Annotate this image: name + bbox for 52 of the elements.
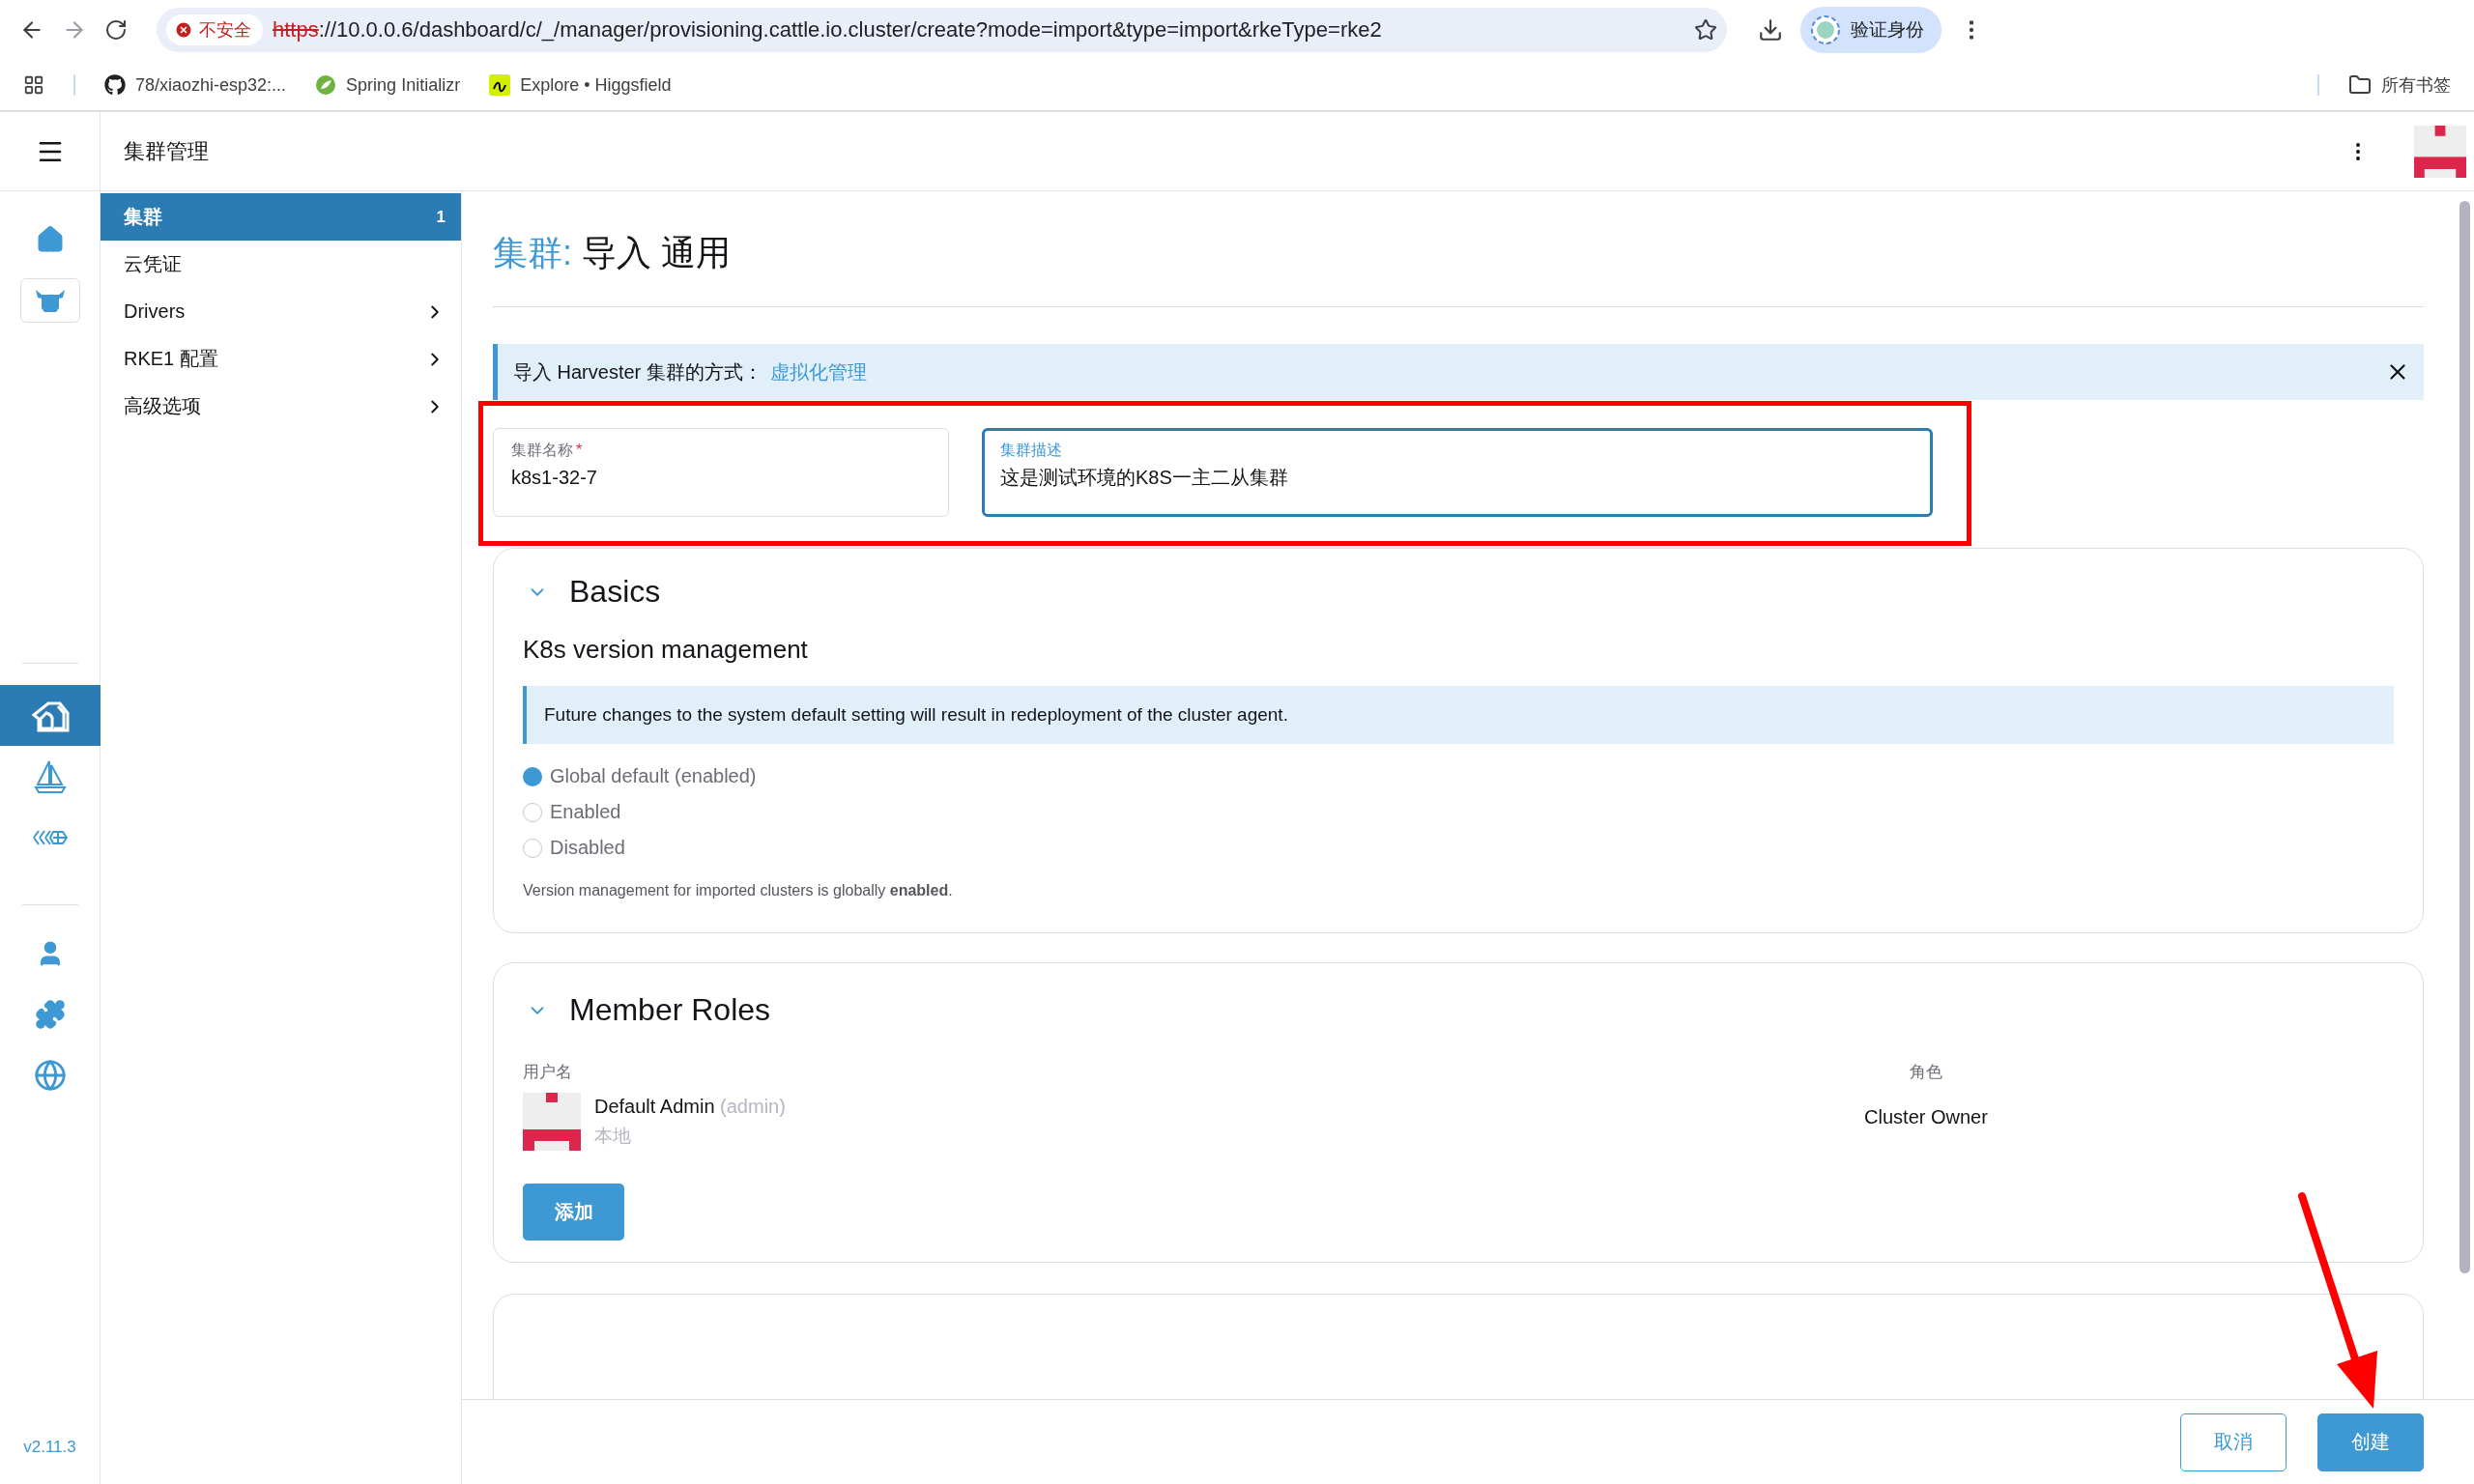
text-input[interactable]: k8s1-32-7 [511,467,931,489]
profile-button[interactable]: 验证身份 [1800,7,1942,53]
address-bar[interactable]: 不安全 https://10.0.0.6/dashboard/c/_/manager/provisioning.cattle.io.cluster/create?mode=import&type=import&rkeType=rke2 [157,8,1727,52]
url-text: https://10.0.0.6/dashboard/c/_/manager/provisioning.cattle.io.cluster/create?mode=import&type=import&rkeType=rke2 [273,17,1383,43]
banner-text: 导入 Harvester 集群的方式： [513,360,762,383]
globe-icon [33,1058,67,1092]
radio-option[interactable]: Disabled [523,837,2394,859]
page-title: 集群: 导入 通用 [493,191,2424,307]
avatar-icon [1810,14,1841,45]
version-label: v2.11.3 [23,1438,76,1457]
bookmark-item[interactable]: Spring Initializr [315,74,461,96]
column-header: 角色 [1910,1062,1942,1083]
nav-item[interactable]: 云凭证 [101,241,461,288]
error-icon [174,20,193,40]
nav-item[interactable]: Drivers [101,288,461,335]
download-icon[interactable] [1758,17,1783,43]
bookmark-item[interactable]: 78/xiaozhi-esp32:... [104,74,287,96]
note-text: Version management for imported clusters is globally enabled. [523,882,954,899]
member-name: Default Admin (admin) [594,1095,786,1118]
user-avatar-icon[interactable] [2414,125,2466,178]
github-icon [104,74,126,96]
member-role: Cluster Owner [1864,1105,1988,1128]
sailboat-icon [32,758,68,794]
leaf-icon [315,74,337,96]
reload-icon[interactable] [104,18,128,42]
avatar-icon [523,1093,581,1151]
field-label: 集群描述 [1000,441,1063,460]
text-input[interactable]: 这是测试环境的K8S一主二从集群 [1000,467,1914,489]
squiggle-icon [489,74,511,96]
bookmark-item[interactable]: Explore • Higgsfield [489,74,672,96]
section-subtitle: K8s version management [523,635,809,665]
radio-option[interactable]: Global default (enabled) [523,765,2394,787]
nav-item[interactable]: 高级选项 [101,383,461,430]
bookmark-star-icon[interactable] [1694,18,1717,42]
harvester-icon [31,828,69,846]
member-provider: 本地 [594,1124,632,1148]
apps-icon[interactable] [23,74,44,96]
field-label: 集群名称 * [511,441,584,460]
section-title: Member Roles [569,992,771,1028]
info-message: Future changes to the system default setting will result in redeployment of the cluster agent. [523,686,2394,744]
nav-item[interactable]: 集群 1 [101,193,461,241]
section-title: Basics [569,574,661,610]
header-title: 集群管理 [124,137,210,165]
column-header: 用户名 [523,1062,572,1083]
folder-icon [2348,73,2372,97]
count-label: 1 [436,207,446,227]
rail-item[interactable] [0,685,101,746]
security-chip[interactable]: 不安全 [166,14,263,45]
all-bookmarks-item[interactable]: 所有书签 [2348,73,2451,97]
radio-option[interactable]: Enabled [523,801,2394,823]
puzzle-icon [34,998,66,1030]
nav-item[interactable]: RKE1 配置 [101,335,461,383]
